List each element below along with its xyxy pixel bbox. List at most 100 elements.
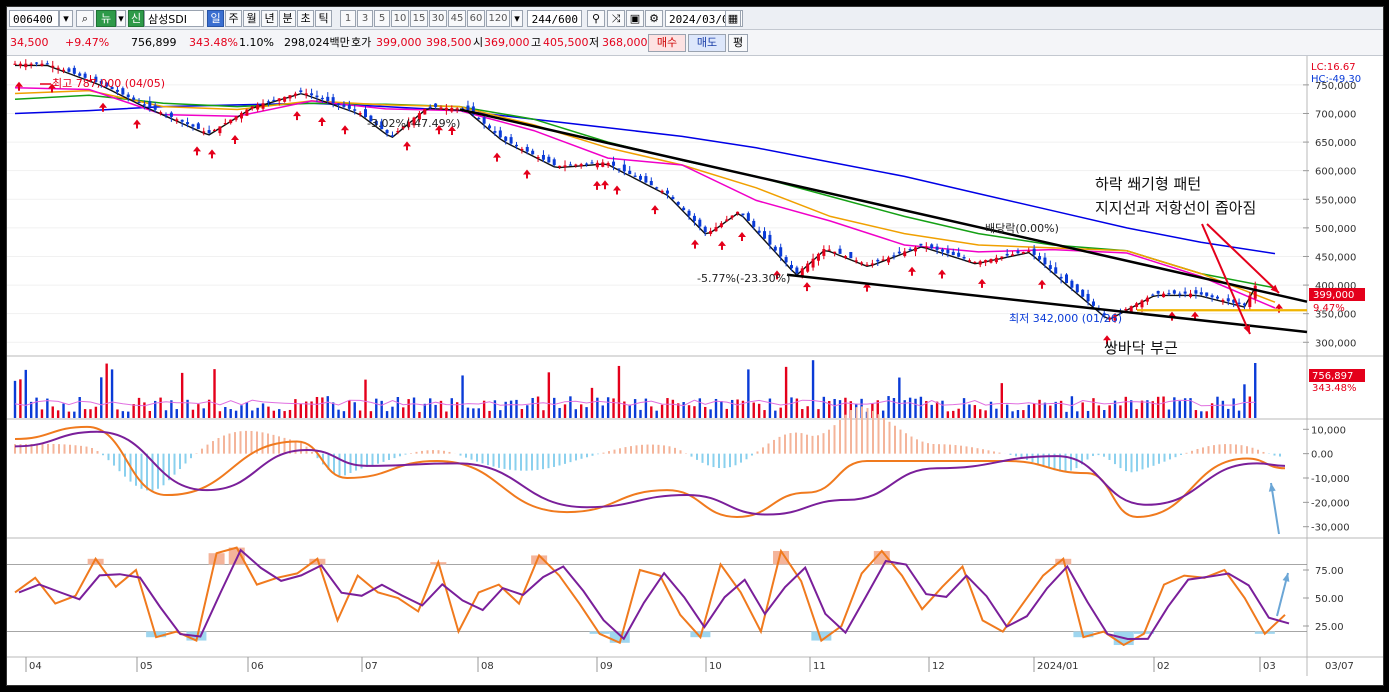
volume-bar bbox=[94, 406, 98, 418]
volume-bar bbox=[1032, 403, 1036, 418]
interval-dropdown[interactable]: ▾ bbox=[511, 10, 523, 27]
candle-body bbox=[606, 162, 610, 166]
volume-bar bbox=[159, 397, 162, 418]
candle-body bbox=[1145, 297, 1149, 302]
volume-bar bbox=[116, 409, 119, 418]
volume-bar bbox=[89, 409, 92, 418]
candle-body bbox=[450, 108, 454, 112]
x-tick-label: 06 bbox=[251, 661, 264, 672]
stock-name-field[interactable]: 삼성SDI bbox=[144, 10, 204, 27]
candle-body bbox=[940, 249, 944, 252]
period-button-6[interactable]: 틱 bbox=[315, 10, 332, 27]
candle-body bbox=[13, 63, 17, 65]
volume-bar bbox=[1156, 396, 1160, 418]
candle-body bbox=[40, 63, 44, 66]
volume-bar bbox=[650, 406, 653, 418]
volume-bar bbox=[197, 404, 200, 418]
candle-body bbox=[1167, 293, 1171, 295]
volume-bar bbox=[461, 375, 464, 418]
candle-body bbox=[660, 190, 664, 193]
save-icon[interactable]: ▣ bbox=[626, 10, 644, 27]
interval-button-10[interactable]: 10 bbox=[391, 10, 409, 27]
period-button-2[interactable]: 월 bbox=[243, 10, 260, 27]
candle-body bbox=[585, 163, 589, 165]
candle-body bbox=[676, 201, 680, 205]
interval-button-60[interactable]: 60 bbox=[467, 10, 485, 27]
volume-bar bbox=[1119, 405, 1122, 418]
interval-button-1[interactable]: 1 bbox=[340, 10, 356, 27]
volume-bar bbox=[51, 406, 54, 418]
candle-body bbox=[304, 93, 308, 96]
volume-bar bbox=[574, 409, 578, 418]
interval-button-120[interactable]: 120 bbox=[486, 10, 510, 27]
interval-button-3[interactable]: 3 bbox=[357, 10, 373, 27]
volume-bar bbox=[1097, 405, 1101, 418]
chart-window: 006400 ▾ ⌕ 뉴 ▾ 신 삼성SDI 일주월년분초틱 1 3 5 10 15 30… bbox=[6, 6, 1384, 686]
candle-body bbox=[245, 109, 249, 116]
period-button-3[interactable]: 년 bbox=[261, 10, 278, 27]
candle-body bbox=[299, 90, 303, 93]
volume-bar bbox=[477, 408, 480, 418]
volume-bar bbox=[1178, 401, 1181, 418]
news-menu-chevron[interactable]: ▾ bbox=[116, 10, 126, 27]
period-button-4[interactable]: 분 bbox=[279, 10, 296, 27]
candle-body bbox=[132, 97, 136, 100]
volume-bar bbox=[617, 365, 621, 418]
candle-body bbox=[239, 112, 243, 119]
price-tick-label: 700,000 bbox=[1315, 109, 1356, 120]
buy-button[interactable]: 매수 bbox=[648, 34, 686, 52]
period-button-1[interactable]: 주 bbox=[225, 10, 242, 27]
volume-bar bbox=[752, 402, 755, 418]
period-button-5[interactable]: 초 bbox=[297, 10, 314, 27]
dividend-annotation: 배당락(0.00%) bbox=[985, 222, 1059, 235]
news-button[interactable]: 뉴 bbox=[96, 10, 116, 27]
macd-tick-label: -30,000 bbox=[1311, 523, 1350, 534]
candle-body bbox=[1048, 265, 1052, 269]
volume-bar bbox=[240, 405, 243, 418]
search-icon[interactable]: ⌕ bbox=[76, 10, 94, 27]
candle-body bbox=[903, 251, 907, 257]
interval-button-30[interactable]: 30 bbox=[429, 10, 447, 27]
evaluate-button[interactable]: 평 bbox=[728, 34, 748, 52]
candle-body bbox=[682, 207, 686, 211]
volume-bar bbox=[202, 408, 205, 418]
period-button-0[interactable]: 일 bbox=[207, 10, 224, 27]
candle-body bbox=[35, 62, 39, 64]
volume-bar bbox=[801, 409, 804, 418]
candle-body bbox=[897, 251, 901, 254]
candle-body bbox=[870, 263, 874, 265]
candle-body bbox=[514, 144, 518, 147]
indicator-icon[interactable]: ⚲ bbox=[587, 10, 605, 27]
volume-bar bbox=[299, 403, 302, 418]
candle-body bbox=[1011, 254, 1015, 256]
stock-code-input[interactable]: 006400 bbox=[9, 10, 59, 27]
stock-chart[interactable]: 750,000700,000650,000600,000550,000500,0… bbox=[7, 56, 1384, 686]
volume-bar bbox=[1124, 396, 1128, 418]
gear-icon[interactable]: ⚙ bbox=[645, 10, 663, 27]
candle-body bbox=[186, 122, 190, 125]
interval-button-15[interactable]: 15 bbox=[410, 10, 428, 27]
volume-bar bbox=[1237, 410, 1241, 418]
candle-body bbox=[633, 175, 637, 177]
interval-button-45[interactable]: 45 bbox=[448, 10, 466, 27]
candle-body bbox=[434, 103, 438, 108]
candle-body bbox=[428, 106, 432, 108]
candle-body bbox=[353, 109, 357, 111]
chart-type-icon[interactable]: ⤨ bbox=[607, 10, 625, 27]
sell-button[interactable]: 매도 bbox=[688, 34, 726, 52]
volume-bar bbox=[817, 409, 820, 418]
volume-bar bbox=[536, 396, 540, 418]
candle-body bbox=[1162, 293, 1166, 298]
candle-body bbox=[887, 257, 891, 263]
chevron-down-icon[interactable]: ▾ bbox=[59, 10, 73, 27]
candle-body bbox=[466, 105, 470, 111]
data-count-field[interactable]: 244/600 bbox=[527, 10, 582, 27]
candle-body bbox=[1075, 284, 1079, 293]
candle-body bbox=[1226, 298, 1230, 302]
candle-body bbox=[860, 262, 864, 264]
volume-bar bbox=[1221, 400, 1225, 418]
interval-button-5[interactable]: 5 bbox=[374, 10, 390, 27]
calendar-icon[interactable]: ▦ bbox=[725, 10, 741, 27]
volume-bar bbox=[256, 407, 259, 418]
volume-bar bbox=[1016, 410, 1020, 418]
